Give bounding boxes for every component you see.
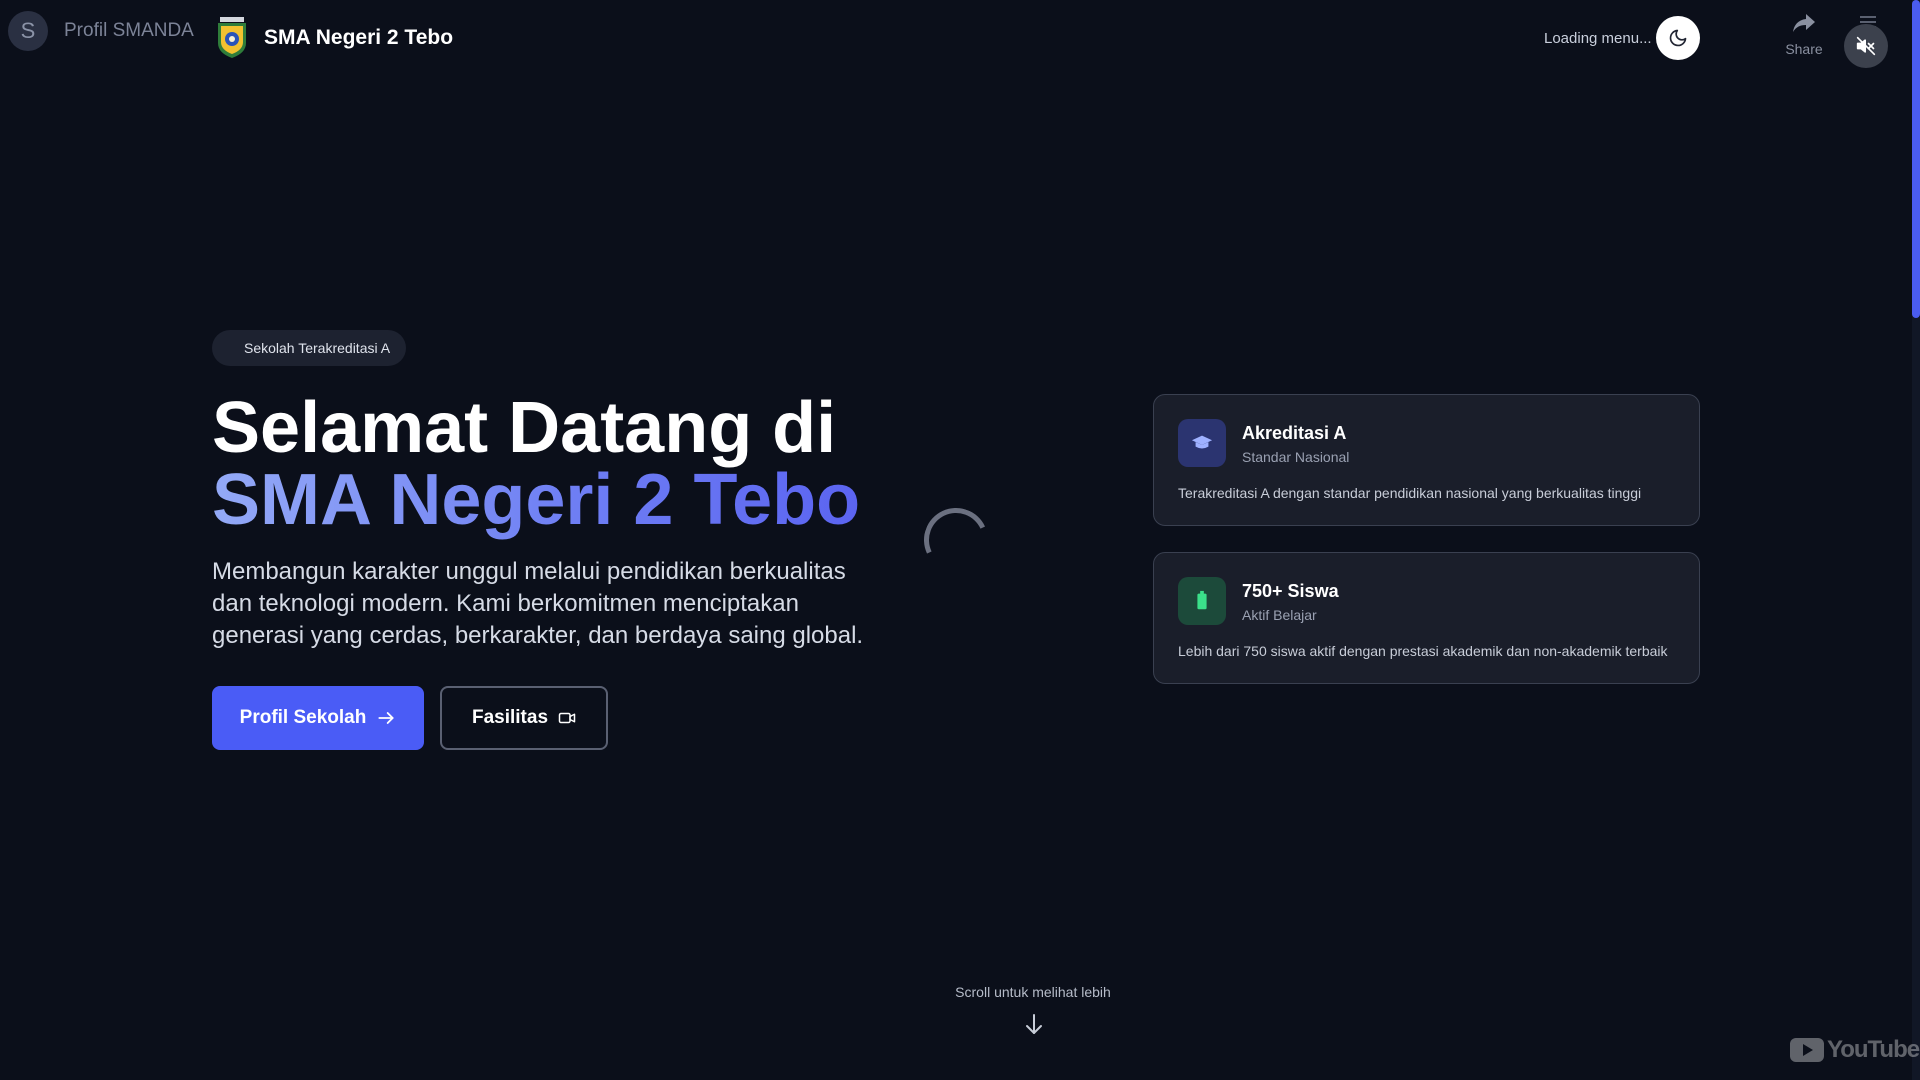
graduation-cap-icon (1178, 419, 1226, 467)
site-title[interactable]: SMA Negeri 2 Tebo (264, 26, 453, 50)
profil-sekolah-label: Profil Sekolah (239, 707, 367, 728)
youtube-play-icon (1790, 1038, 1824, 1062)
theme-toggle-button[interactable] (1656, 16, 1700, 60)
users-icon (1178, 577, 1226, 625)
hero-description: Membangun karakter unggul melalui pendid… (212, 558, 864, 649)
youtube-logo[interactable]: YouTube (1790, 1036, 1920, 1064)
loading-menu-text: Loading menu... (1544, 30, 1652, 47)
card-title: Akreditasi A (1242, 423, 1347, 443)
share-label: Share (1785, 41, 1823, 57)
fasilitas-button[interactable]: Fasilitas (440, 686, 608, 750)
youtube-channel[interactable]: S Profil SMANDA (8, 11, 194, 51)
scroll-hint: Scroll untuk melihat lebih (955, 984, 1111, 1000)
youtube-logo-text: YouTube (1827, 1036, 1920, 1063)
card-title: 750+ Siswa (1242, 581, 1339, 601)
feature-card-akreditasi: Akreditasi A Standar Nasional Terakredit… (1153, 394, 1700, 526)
loading-spinner (914, 498, 998, 582)
card-subtitle: Aktif Belajar (1242, 607, 1317, 623)
feature-card-siswa: 750+ Siswa Aktif Belajar Lebih dari 750 … (1153, 552, 1700, 684)
card-subtitle: Standar Nasional (1242, 449, 1350, 465)
share-icon (1793, 14, 1815, 32)
hero-title-line1: Selamat Datang di (212, 388, 837, 468)
share-button[interactable]: Share (1782, 12, 1826, 57)
muted-speaker-icon (1856, 36, 1876, 56)
channel-name[interactable]: Profil SMANDA (64, 20, 194, 42)
hero-title-line2: SMA Negeri 2 Tebo (212, 460, 861, 540)
school-logo[interactable] (216, 17, 248, 59)
card-description: Terakreditasi A dengan standar pendidika… (1178, 485, 1642, 501)
moon-icon (1669, 29, 1687, 47)
fasilitas-label: Fasilitas (471, 707, 549, 728)
video-camera-icon (558, 712, 576, 724)
arrow-right-icon (378, 712, 394, 724)
accreditation-badge: Sekolah Terakreditasi A (212, 330, 407, 366)
channel-avatar[interactable]: S (8, 11, 48, 51)
card-description: Lebih dari 750 siswa aktif dengan presta… (1178, 643, 1668, 659)
profil-sekolah-button[interactable]: Profil Sekolah (212, 686, 424, 750)
scrollbar-thumb[interactable] (1912, 0, 1920, 318)
mute-button[interactable] (1844, 24, 1888, 68)
arrow-down-icon[interactable] (1022, 1012, 1046, 1036)
